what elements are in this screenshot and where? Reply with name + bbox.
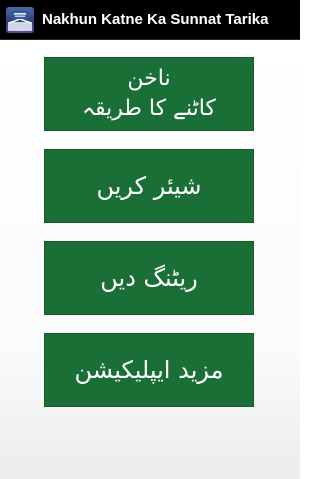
nail-cutting-method-label: ناخن کاٹنے کا طریقہ — [82, 66, 216, 121]
main-content: ناخن کاٹنے کا طریقہ شیئر کریں ریٹنگ دیں … — [0, 40, 300, 479]
share-button[interactable]: شیئر کریں — [44, 149, 254, 223]
app-title: Nakhun Katne Ka Sunnat Tarika — [42, 11, 269, 28]
share-label: شیئر کریں — [96, 172, 202, 200]
action-bar: Nakhun Katne Ka Sunnat Tarika — [0, 0, 300, 40]
more-apps-button[interactable]: مزید ایپلیکیشن — [44, 333, 254, 407]
rate-button[interactable]: ریٹنگ دیں — [44, 241, 254, 315]
rate-label: ریٹنگ دیں — [100, 264, 198, 292]
book-app-icon[interactable] — [6, 6, 34, 33]
more-apps-label: مزید ایپلیکیشن — [74, 356, 224, 384]
nail-cutting-method-button[interactable]: ناخن کاٹنے کا طریقہ — [44, 57, 254, 131]
